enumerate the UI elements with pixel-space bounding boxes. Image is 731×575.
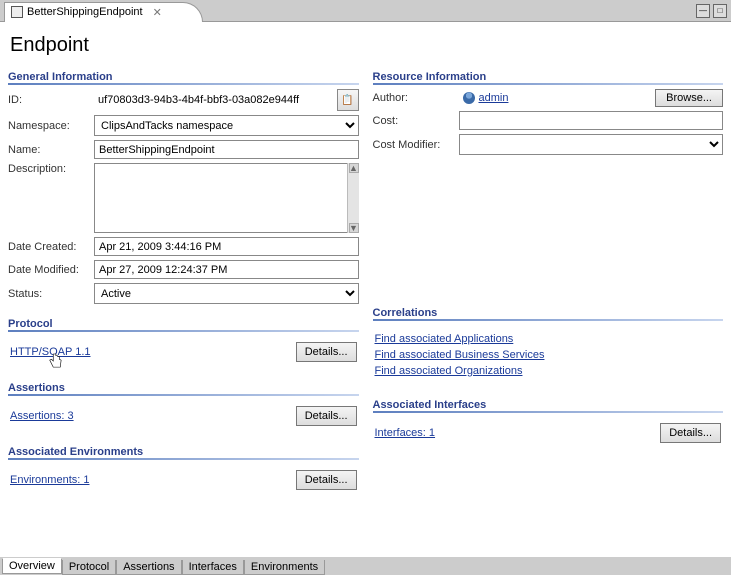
group-header-correlations: Correlations	[373, 301, 724, 319]
status-select[interactable]: Active	[94, 283, 359, 304]
group-general-information: General Information ID: uf70803d3-94b3-4…	[8, 65, 359, 304]
minimize-icon[interactable]: —	[696, 4, 710, 18]
group-protocol: Protocol HTTP/SOAP 1.1 Details...	[8, 312, 359, 368]
label-description: Description:	[8, 163, 88, 175]
group-correlations: Correlations Find associated Application…	[373, 301, 724, 385]
tab-interfaces[interactable]: Interfaces	[182, 560, 244, 575]
user-icon	[463, 92, 475, 104]
group-interfaces: Associated Interfaces Interfaces: 1 Deta…	[373, 393, 724, 449]
author-link[interactable]: admin	[479, 92, 509, 104]
description-scrollbar[interactable]: ▲ ▼	[347, 163, 359, 233]
bottom-tab-bar: Overview Protocol Assertions Interfaces …	[0, 557, 731, 575]
group-resource-information: Resource Information Author: admin Brows…	[373, 65, 724, 155]
label-author: Author:	[373, 92, 453, 104]
label-namespace: Namespace:	[8, 120, 88, 132]
correlations-services-link[interactable]: Find associated Business Services	[375, 349, 545, 361]
maximize-icon[interactable]: □	[713, 4, 727, 18]
editor-tab-label: BetterShippingEndpoint	[27, 6, 143, 18]
label-date-modified: Date Modified:	[8, 264, 88, 276]
interfaces-link[interactable]: Interfaces: 1	[375, 427, 436, 439]
group-header-resource: Resource Information	[373, 65, 724, 83]
assertions-details-button[interactable]: Details...	[296, 406, 357, 426]
value-id: uf70803d3-94b3-4b4f-bbf3-03a082e944ff	[94, 93, 331, 107]
page-title: Endpoint	[0, 22, 731, 65]
date-modified-field[interactable]	[94, 260, 359, 279]
group-environments: Associated Environments Environments: 1 …	[8, 440, 359, 496]
label-name: Name:	[8, 144, 88, 156]
correlations-orgs-link[interactable]: Find associated Organizations	[375, 365, 523, 377]
editor-titlebar: BetterShippingEndpoint ✕ — □	[0, 0, 731, 22]
copy-icon: 📋	[341, 95, 353, 106]
name-field[interactable]	[94, 140, 359, 159]
namespace-select[interactable]: ClipsAndTacks namespace	[94, 115, 359, 136]
interfaces-details-button[interactable]: Details...	[660, 423, 721, 443]
label-date-created: Date Created:	[8, 241, 88, 253]
environments-link[interactable]: Environments: 1	[10, 474, 89, 486]
label-status: Status:	[8, 288, 88, 300]
tab-overview[interactable]: Overview	[2, 558, 62, 574]
group-header-assertions: Assertions	[8, 376, 359, 394]
protocol-details-button[interactable]: Details...	[296, 342, 357, 362]
label-cost-modifier: Cost Modifier:	[373, 139, 453, 151]
group-header-interfaces: Associated Interfaces	[373, 393, 724, 411]
editor-tab[interactable]: BetterShippingEndpoint ✕	[4, 2, 203, 22]
protocol-link[interactable]: HTTP/SOAP 1.1	[10, 346, 91, 358]
document-icon	[11, 6, 23, 18]
assertions-link[interactable]: Assertions: 3	[10, 410, 74, 422]
description-field[interactable]	[94, 163, 347, 233]
group-header-environments: Associated Environments	[8, 440, 359, 458]
environments-details-button[interactable]: Details...	[296, 470, 357, 490]
browse-author-button[interactable]: Browse...	[655, 89, 723, 107]
date-created-field[interactable]	[94, 237, 359, 256]
tab-protocol[interactable]: Protocol	[62, 560, 116, 575]
tab-assertions[interactable]: Assertions	[116, 560, 181, 575]
copy-id-button[interactable]: 📋	[337, 89, 359, 111]
cost-field[interactable]	[459, 111, 724, 130]
label-id: ID:	[8, 94, 88, 106]
close-icon[interactable]: ✕	[153, 6, 162, 19]
cost-modifier-select[interactable]	[459, 134, 724, 155]
group-header-general: General Information	[8, 65, 359, 83]
group-assertions: Assertions Assertions: 3 Details...	[8, 376, 359, 432]
group-header-protocol: Protocol	[8, 312, 359, 330]
tab-environments[interactable]: Environments	[244, 560, 325, 575]
correlations-apps-link[interactable]: Find associated Applications	[375, 333, 514, 345]
label-cost: Cost:	[373, 115, 453, 127]
